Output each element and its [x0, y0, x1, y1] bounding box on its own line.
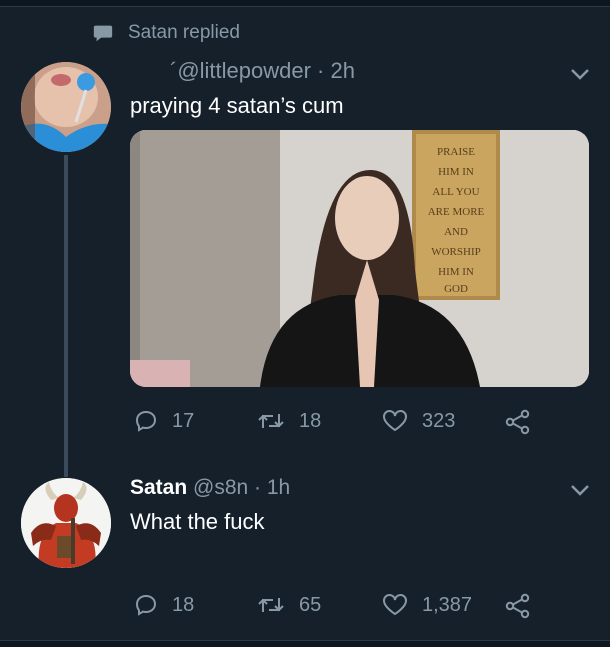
like-count: 1,387: [422, 593, 473, 616]
reply-button[interactable]: 17: [134, 409, 194, 433]
heart-icon: [383, 410, 407, 432]
avatar-image: [21, 478, 111, 568]
display-name[interactable]: Satan: [130, 476, 187, 499]
thread-connector-line: [64, 155, 68, 477]
speech-bubble-icon: [93, 25, 113, 42]
top-divider: [0, 0, 610, 7]
like-button[interactable]: 323: [382, 409, 455, 433]
reply-count: 18: [172, 593, 195, 616]
tweet-text: What the fuck: [130, 509, 265, 534]
tweet-handle-time[interactable]: ´@littlepowder · 2h: [170, 58, 355, 84]
share-icon: [505, 593, 530, 619]
retweet-count: 65: [299, 593, 322, 616]
avatar[interactable]: [21, 62, 111, 152]
reply-context: Satan replied: [92, 22, 240, 44]
chevron-down-icon[interactable]: [570, 68, 590, 80]
tweet-text: praying 4 satan’s cum: [130, 93, 344, 118]
tweet-author[interactable]: Satan @s8n · 1h: [130, 476, 290, 500]
chevron-down-icon[interactable]: [570, 484, 590, 496]
retweet-count: 18: [299, 409, 322, 432]
svg-text:GOD: GOD: [444, 283, 468, 295]
retweet-button[interactable]: 18: [257, 409, 321, 433]
svg-text:ARE MORE: ARE MORE: [428, 206, 485, 218]
retweet-button[interactable]: 65: [257, 593, 321, 617]
reply-button[interactable]: 18: [134, 593, 194, 617]
svg-text:WORSHIP: WORSHIP: [431, 246, 481, 258]
heart-icon: [383, 594, 407, 616]
avatar[interactable]: [21, 478, 111, 568]
avatar-image: [21, 62, 111, 152]
svg-text:HIM IN: HIM IN: [438, 166, 474, 178]
svg-text:PRAISE: PRAISE: [437, 146, 475, 158]
reply-icon: [135, 410, 157, 432]
svg-text:HIM IN: HIM IN: [438, 266, 474, 278]
handle-time[interactable]: @s8n · 1h: [193, 476, 290, 499]
tweet-media-image[interactable]: PRAISE HIM IN ALL YOU ARE MORE AND WORSH…: [130, 130, 589, 387]
share-icon: [505, 409, 530, 435]
reply-icon: [135, 594, 157, 616]
like-count: 323: [422, 409, 456, 432]
share-button[interactable]: [505, 593, 531, 619]
retweet-icon: [258, 598, 284, 612]
photo: PRAISE HIM IN ALL YOU ARE MORE AND WORSH…: [130, 130, 589, 387]
share-button[interactable]: [505, 409, 531, 435]
retweet-icon: [258, 414, 284, 428]
reply-context-label: Satan replied: [128, 22, 240, 43]
svg-text:AND: AND: [444, 226, 468, 238]
svg-text:ALL YOU: ALL YOU: [432, 186, 479, 198]
reply-count: 17: [172, 409, 195, 432]
like-button[interactable]: 1,387: [382, 593, 472, 617]
